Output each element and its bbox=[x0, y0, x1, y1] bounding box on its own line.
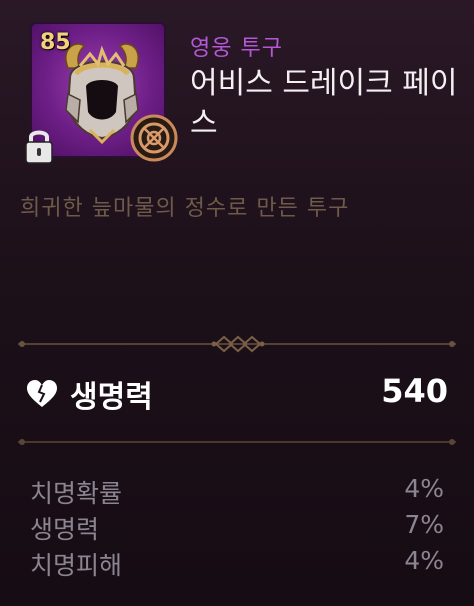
sub-stat-row: 생명력 7% bbox=[30, 510, 444, 546]
sub-stat-label: 치명확률 bbox=[30, 479, 123, 508]
sub-stat-row: 치명피해 4% bbox=[30, 546, 444, 582]
sub-stat-value: 4% bbox=[404, 474, 444, 503]
sub-stat-row: 치명확률 4% bbox=[30, 474, 444, 510]
sub-stat-value: 7% bbox=[404, 510, 444, 539]
item-icon[interactable]: 85 bbox=[25, 22, 178, 164]
lock-icon[interactable] bbox=[22, 126, 56, 166]
heart-icon bbox=[27, 380, 57, 407]
set-badge-icon bbox=[130, 114, 178, 162]
sub-stat-label: 치명피해 bbox=[30, 551, 123, 580]
sub-stats-list: 치명확률 4% 생명력 7% 치명피해 4% bbox=[30, 474, 444, 582]
item-name: 어비스 드레이크 페이스 bbox=[190, 66, 458, 141]
stat-divider bbox=[18, 439, 456, 445]
main-stat-value: 540 bbox=[381, 372, 448, 410]
item-level: 85 bbox=[40, 30, 71, 55]
main-stat-label: 생명력 bbox=[70, 380, 153, 415]
item-description: 희귀한 늪마물의 정수로 만든 투구 bbox=[20, 196, 350, 221]
item-tooltip: 85 영웅 투구 어비스 드레이크 페이스 희귀한 늪마물의 정수로 만든 투구 bbox=[0, 0, 474, 606]
main-stat-row: 생명력 540 bbox=[24, 372, 448, 415]
sub-stat-label: 생명력 bbox=[30, 515, 100, 544]
sub-stat-value: 4% bbox=[404, 546, 444, 575]
ornate-divider bbox=[18, 335, 456, 353]
item-rarity: 영웅 투구 bbox=[190, 36, 283, 61]
